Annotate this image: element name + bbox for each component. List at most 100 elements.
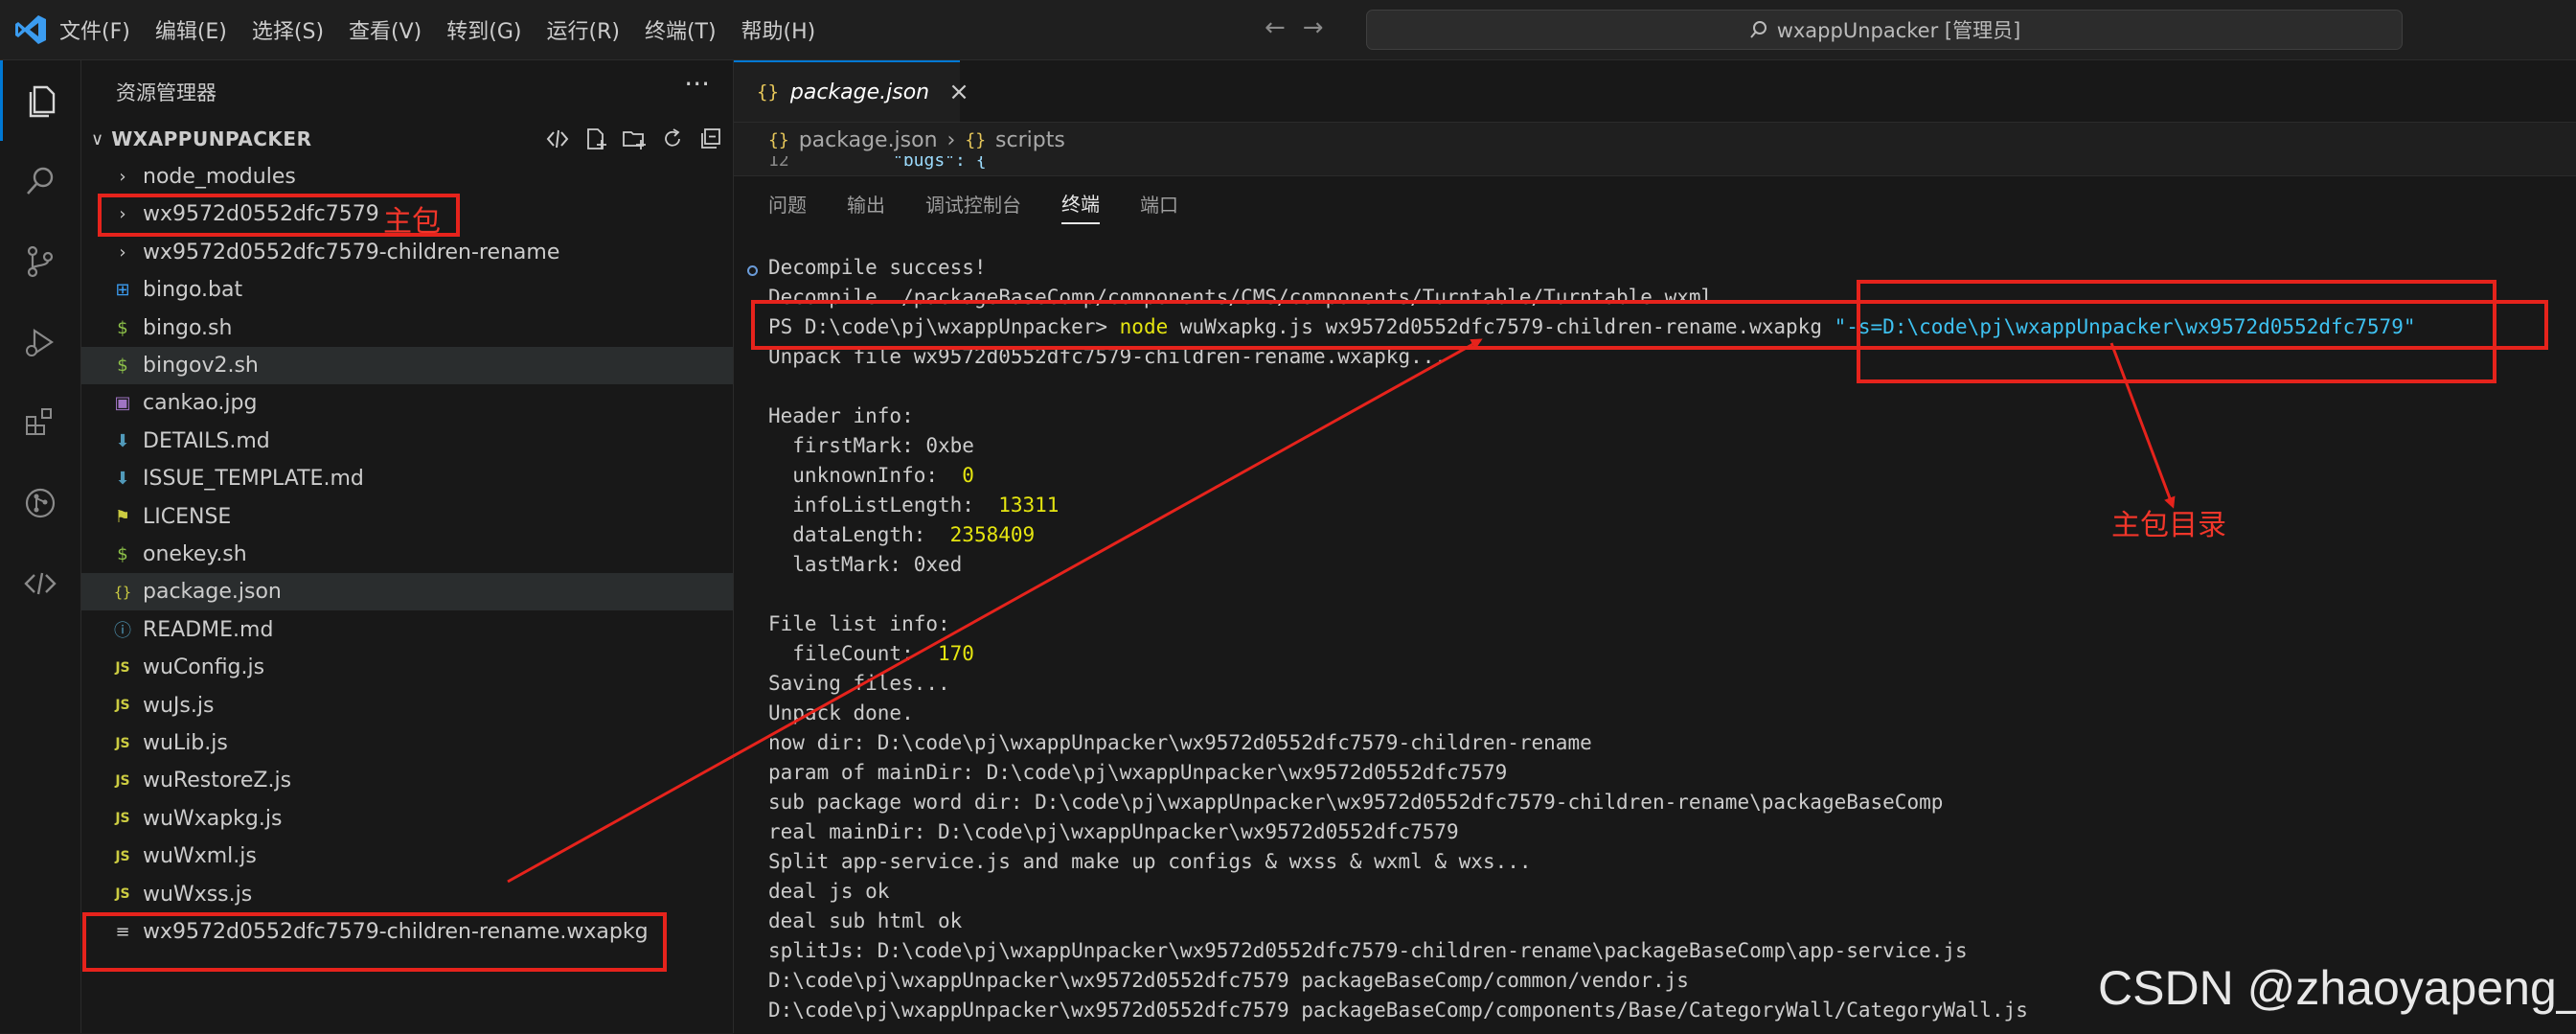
tree-item-label: wuRestoreZ.js	[143, 769, 292, 793]
tab-output[interactable]: 输出	[847, 184, 885, 223]
menu-view[interactable]: 查看(V)	[349, 14, 422, 45]
git-icon	[25, 488, 56, 518]
watermark: CSDN @zhaoyapeng_	[2098, 961, 2576, 1015]
code-compare-icon[interactable]	[545, 126, 570, 151]
menu-selection[interactable]: 选择(S)	[252, 14, 324, 45]
refresh-icon[interactable]	[660, 126, 685, 151]
tab-terminal[interactable]: 终端	[1061, 183, 1100, 224]
terminal-text: Split app-service.js and make up configs…	[768, 850, 1532, 873]
terminal-line: real mainDir: D:\code\pj\wxappUnpacker\w…	[768, 817, 2569, 847]
terminal-line: Saving files...	[768, 669, 2569, 699]
image-icon: ▣	[114, 393, 131, 414]
tab-ports[interactable]: 端口	[1140, 184, 1178, 223]
tree-item[interactable]: ⬇ ISSUE_TEMPLATE.md	[81, 460, 733, 497]
breadcrumb-separator: ›	[946, 127, 956, 152]
tree-item[interactable]: $ onekey.sh	[81, 536, 733, 573]
back-arrow-icon[interactable]: ←	[1265, 13, 1286, 42]
command-center-search[interactable]: wxappUnpacker [管理员]	[1366, 10, 2403, 50]
tab-label: package.json	[789, 80, 930, 104]
tree-item[interactable]: ⓘ README.md	[81, 611, 733, 649]
terminal-text: fileCount:	[768, 642, 939, 665]
menu-run[interactable]: 运行(R)	[546, 14, 619, 45]
terminal-text: D:\code\pj\wxappUnpacker\wx9572d0552dfc7…	[768, 999, 2028, 1022]
terminal-line: Decompile success!	[768, 253, 2569, 283]
explorer-title: 资源管理器	[116, 81, 217, 104]
menu-go[interactable]: 转到(G)	[446, 14, 521, 45]
menu-edit[interactable]: 编辑(E)	[155, 14, 227, 45]
shell-icon: $	[117, 544, 128, 564]
git-graph-activity[interactable]	[0, 463, 80, 543]
source-control-activity[interactable]	[0, 221, 80, 302]
tree-item[interactable]: › node_modules	[81, 158, 733, 195]
search-activity[interactable]	[0, 141, 80, 221]
tree-item-label: wuJs.js	[143, 693, 215, 718]
tree-item[interactable]: JS wuWxapkg.js	[81, 800, 733, 838]
tree-item[interactable]: $ bingo.sh	[81, 310, 733, 347]
new-file-icon[interactable]	[583, 126, 608, 151]
json-icon: {}	[757, 81, 779, 103]
menu-terminal[interactable]: 终端(T)	[645, 14, 717, 45]
tree-item-label: LICENSE	[143, 504, 232, 529]
tree-item[interactable]: JS wuConfig.js	[81, 649, 733, 686]
search-icon	[27, 167, 54, 195]
line-number: 12	[768, 156, 789, 171]
tree-item[interactable]: JS wuRestoreZ.js	[81, 762, 733, 799]
breadcrumb-file[interactable]: package.json	[799, 128, 938, 152]
tree-item-label: onekey.sh	[143, 542, 247, 566]
tab-package-json[interactable]: {} package.json ×	[734, 60, 969, 122]
tree-item-label: bingov2.sh	[143, 354, 259, 378]
menu-help[interactable]: 帮助(H)	[741, 14, 816, 45]
terminal-line: Split app-service.js and make up configs…	[768, 847, 2569, 877]
tree-item[interactable]: {} package.json	[81, 573, 733, 611]
js-icon: JS	[115, 698, 130, 714]
title-bar: 文件(F) 编辑(E) 选择(S) 查看(V) 转到(G) 运行(R) 终端(T…	[0, 0, 2576, 60]
js-icon: JS	[115, 811, 130, 827]
menu-file[interactable]: 文件(F)	[59, 14, 130, 45]
terminal-line: Header info:	[768, 402, 2569, 431]
tree-item-label: cankao.jpg	[143, 391, 258, 416]
forward-arrow-icon[interactable]: →	[1303, 13, 1324, 42]
close-icon[interactable]: ×	[948, 78, 969, 106]
terminal-line: dataLength: 2358409	[768, 520, 2569, 550]
activity-bar	[0, 60, 81, 1033]
new-folder-icon[interactable]	[622, 126, 647, 151]
terminal-text: 0	[962, 464, 974, 487]
tab-problems[interactable]: 问题	[768, 184, 807, 223]
collapse-all-icon[interactable]	[698, 126, 723, 151]
terminal-line: Unpack done.	[768, 699, 2569, 728]
tab-debug-console[interactable]: 调试控制台	[925, 184, 1021, 223]
tree-item[interactable]: JS wuJs.js	[81, 687, 733, 724]
markdown-icon: ⬇	[115, 469, 130, 490]
editor-area: {} package.json × {} package.json › {} s…	[734, 60, 2576, 1034]
tree-item[interactable]: JS wuWxml.js	[81, 838, 733, 875]
tree-item-label: node_modules	[143, 165, 296, 189]
panel-tabs: 问题 输出 调试控制台 终端 端口	[768, 176, 1219, 230]
tree-item[interactable]: ⊞ bingo.bat	[81, 271, 733, 309]
tree-item[interactable]: $ bingov2.sh	[81, 347, 733, 384]
extensions-activity[interactable]	[0, 382, 80, 463]
run-debug-activity[interactable]	[0, 302, 80, 382]
search-title: wxappUnpacker [管理员]	[1776, 19, 2021, 42]
terminal-line: now dir: D:\code\pj\wxappUnpacker\wx9572…	[768, 728, 2569, 758]
tree-item[interactable]: JS wuLib.js	[81, 724, 733, 762]
chevron-down-icon: ∨	[91, 128, 104, 149]
terminal-text: File list info:	[768, 612, 950, 635]
terminal-line: lastMark: 0xed	[768, 550, 2569, 580]
tree-item-label: wx9572d0552dfc7579-children-rename	[143, 240, 560, 264]
command-decoration-icon[interactable]	[747, 265, 758, 276]
more-actions-icon[interactable]: ···	[684, 68, 710, 100]
tree-item[interactable]: ▣ cankao.jpg	[81, 384, 733, 422]
tree-item[interactable]: JS wuWxss.js	[81, 876, 733, 913]
breadcrumb-symbol[interactable]: scripts	[995, 128, 1065, 152]
terminal-line: param of mainDir: D:\code\pj\wxappUnpack…	[768, 758, 2569, 788]
tree-item[interactable]: ⚑ LICENSE	[81, 498, 733, 536]
remote-activity[interactable]	[0, 543, 80, 624]
tree-item[interactable]: ⬇ DETAILS.md	[81, 423, 733, 460]
files-icon	[29, 85, 55, 118]
json-icon: {}	[965, 129, 987, 150]
tree-item-label: bingo.bat	[143, 278, 243, 303]
explorer-actions	[545, 120, 723, 158]
terminal-text: splitJs: D:\code\pj\wxappUnpacker\wx9572…	[768, 939, 1968, 962]
explorer-activity[interactable]	[0, 60, 80, 141]
workspace-root[interactable]: ∨ WXAPPUNPACKER	[81, 120, 733, 158]
